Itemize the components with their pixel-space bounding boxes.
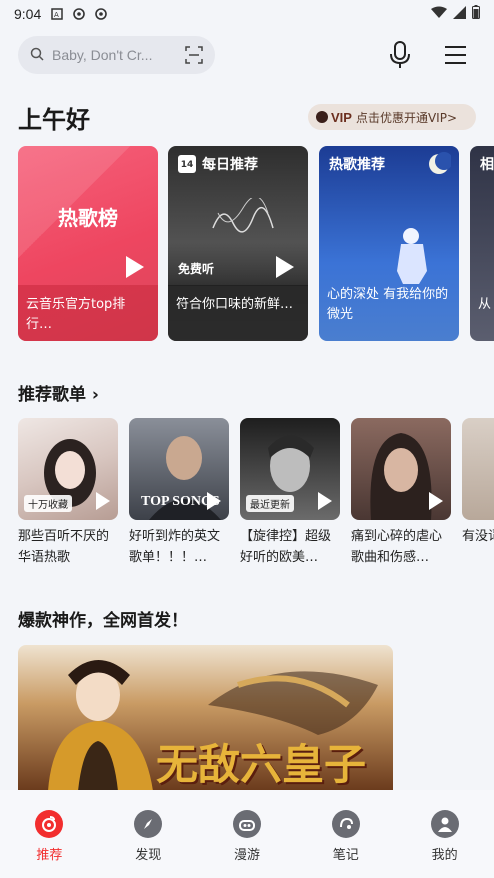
playlist-section-header[interactable]: 推荐歌单 › xyxy=(18,380,99,405)
wifi-icon xyxy=(431,6,447,23)
free-listen-badge: 免费听 xyxy=(178,262,215,276)
playlist-name: 有没词直 xyxy=(462,529,494,544)
card-header: 相 xyxy=(480,157,494,173)
card-title: 热歌榜 xyxy=(58,206,118,230)
calligraphy-art xyxy=(208,196,278,242)
svg-text:A: A xyxy=(54,11,59,19)
notification-icon: A xyxy=(51,8,63,20)
playlist-name: 痛到心碎的虐心歌曲和伤感… xyxy=(351,529,443,565)
playlist-badge: 最近更新 xyxy=(246,495,294,512)
moon-icon xyxy=(427,152,453,180)
playlist-cover xyxy=(462,418,494,520)
compass-icon xyxy=(134,810,163,838)
card-hot-chart[interactable]: 热歌榜 云音乐官方top排行… xyxy=(18,146,158,341)
vinyl-icon xyxy=(316,111,328,123)
tab-label: 推荐 xyxy=(36,848,63,863)
search-placeholder[interactable]: Baby, Don't Cr... xyxy=(52,47,185,63)
tab-label: 笔记 xyxy=(332,848,359,863)
playlist-name: 那些百听不厌的华语热歌 xyxy=(18,529,110,565)
calendar-icon: 14 xyxy=(178,155,196,173)
banner-section-title: 爆款神作，全网首发！ xyxy=(18,611,188,631)
card-header-label: 每日推荐 xyxy=(202,157,258,173)
battery-icon xyxy=(472,5,480,23)
bottom-tab-bar: 推荐 发现 漫游 笔记 我的 xyxy=(0,790,494,878)
playlist-row: 十万收藏 那些百听不厌的华语热歌 TOP SONGS 好听到炸的英文歌单！！！…… xyxy=(18,418,494,578)
play-icon[interactable] xyxy=(276,256,294,278)
microphone-icon xyxy=(390,41,410,68)
playlist-cover: TOP SONGS xyxy=(129,418,229,520)
card-header: 热歌推荐 xyxy=(329,157,385,173)
playlist-name: 好听到炸的英文歌单！！！… xyxy=(129,529,221,565)
netease-notification-icon xyxy=(73,8,86,20)
playlist-cover xyxy=(351,418,451,520)
vip-tag: VIP xyxy=(331,109,352,125)
card-daily-recommend[interactable]: 14 每日推荐 免费听 符合你口味的新鲜… xyxy=(168,146,308,341)
tab-label: 我的 xyxy=(431,848,458,863)
playlist-section-title: 推荐歌单 xyxy=(18,385,86,405)
featured-cards: 热歌榜 云音乐官方top排行… 14 每日推荐 免费听 符合你口味的新鲜… 热歌… xyxy=(18,146,494,342)
card-caption: 云音乐官方top排行… xyxy=(18,285,158,341)
card-header: 14 每日推荐 xyxy=(178,154,258,174)
chevron-right-icon: › xyxy=(91,385,99,405)
card-partial[interactable]: 相 从 xyxy=(470,146,494,341)
menu-button[interactable] xyxy=(442,42,470,68)
playlist-badge: 十万收藏 xyxy=(24,495,72,512)
playlist-name: 【旋律控】超级好听的欧美… xyxy=(240,529,332,565)
card-caption: 心的深处 有我给你的微光 xyxy=(327,287,449,322)
playlist-item[interactable]: 最近更新 【旋律控】超级好听的欧美… xyxy=(240,418,340,568)
top-bar: Baby, Don't Cr... xyxy=(0,36,494,76)
voice-search-button[interactable] xyxy=(386,40,414,70)
play-icon[interactable] xyxy=(126,256,144,278)
card-caption: 从 xyxy=(478,297,492,312)
card-hot-recommend[interactable]: 热歌推荐 心的深处 有我给你的微光 xyxy=(319,146,459,341)
play-icon[interactable] xyxy=(207,492,221,510)
vip-promo-text: 点击优惠开通VIP> xyxy=(355,110,458,125)
greeting-title: 上午好 xyxy=(18,106,90,134)
play-icon[interactable] xyxy=(318,492,332,510)
playlist-cover: 最近更新 xyxy=(240,418,340,520)
play-icon[interactable] xyxy=(429,492,443,510)
tab-roam[interactable]: 漫游 xyxy=(198,790,297,878)
radio-icon xyxy=(232,810,261,838)
vip-promo-button[interactable]: VIP 点击优惠开通VIP> xyxy=(308,104,476,130)
tab-recommend[interactable]: 推荐 xyxy=(0,790,99,878)
hamburger-menu-icon xyxy=(445,46,466,64)
signal-icon xyxy=(453,5,466,23)
banner-title: 无敌六皇子 xyxy=(156,740,367,789)
search-bar[interactable]: Baby, Don't Cr... xyxy=(18,36,215,74)
user-icon xyxy=(430,810,459,838)
netease-notification-icon xyxy=(95,8,108,20)
scan-icon[interactable] xyxy=(185,46,203,64)
playlist-item[interactable]: 痛到心碎的虐心歌曲和伤感… xyxy=(351,418,451,568)
netease-logo-icon xyxy=(35,810,64,838)
status-time: 9:04 xyxy=(14,6,42,22)
chat-icon xyxy=(331,810,360,838)
promo-banner[interactable]: 无敌六皇子 xyxy=(18,645,393,791)
play-icon[interactable] xyxy=(96,492,110,510)
playlist-item[interactable]: TOP SONGS 好听到炸的英文歌单！！！… xyxy=(129,418,229,568)
tab-notes[interactable]: 笔记 xyxy=(296,790,395,878)
playlist-item[interactable]: 有没词直 xyxy=(462,418,494,568)
status-bar: 9:04 A xyxy=(0,0,494,28)
tab-mine[interactable]: 我的 xyxy=(395,790,494,878)
search-icon xyxy=(30,46,44,65)
card-caption: 符合你口味的新鲜… xyxy=(168,285,308,341)
playlist-cover: 十万收藏 xyxy=(18,418,118,520)
tab-label: 漫游 xyxy=(233,848,260,863)
tab-discover[interactable]: 发现 xyxy=(99,790,198,878)
tab-label: 发现 xyxy=(135,848,162,863)
playlist-item[interactable]: 十万收藏 那些百听不厌的华语热歌 xyxy=(18,418,118,568)
